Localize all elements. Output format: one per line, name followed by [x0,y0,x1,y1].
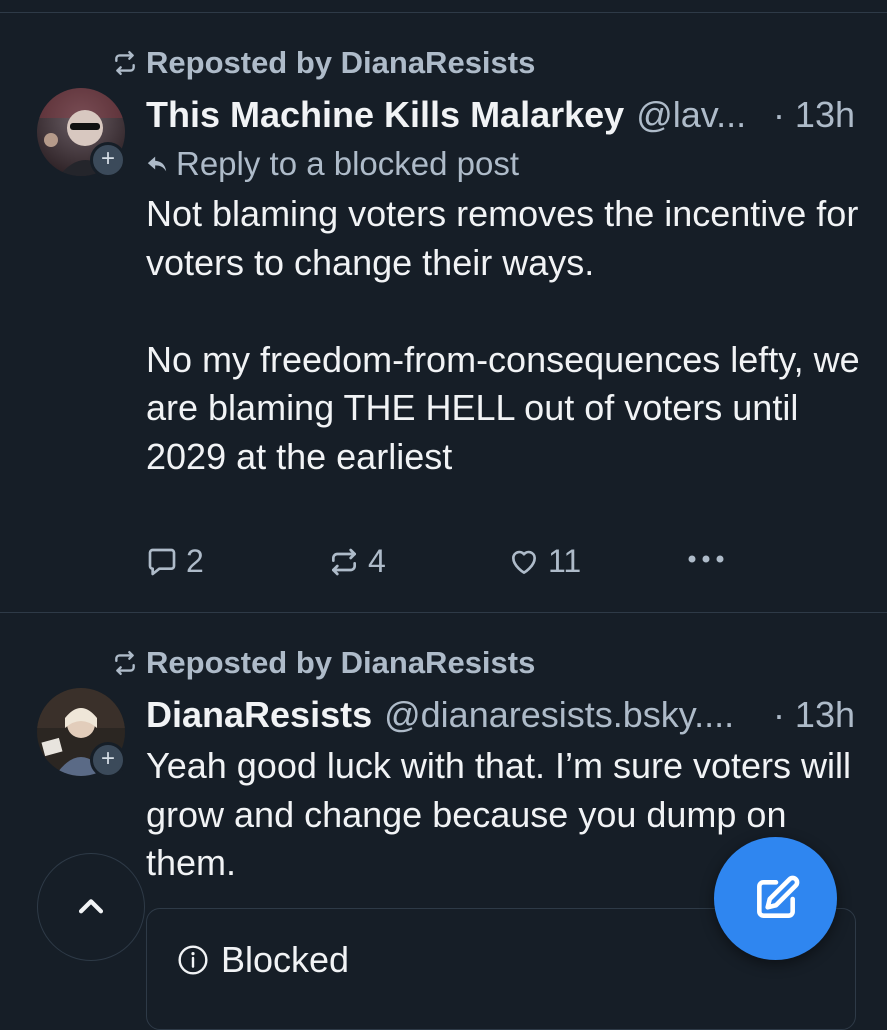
repost-count: 4 [368,543,386,579]
post-text: Not blaming voters removes the incentive… [146,193,860,477]
author-handle[interactable]: @dianaresists.bsky.... [384,694,763,736]
reply-count: 2 [186,543,204,579]
more-dots-icon [688,555,724,563]
like-count: 11 [548,543,582,579]
post-actions: 2 4 11 [146,543,736,587]
post-time[interactable]: · 13h [773,694,855,736]
repost-icon [115,50,135,76]
repost-icon [115,650,135,676]
author-name[interactable]: This Machine Kills Malarkey [146,94,624,136]
scroll-to-top-button[interactable] [37,853,145,961]
author-handle[interactable]: @lav... [636,94,763,136]
blocked-label: Blocked [221,939,350,980]
follow-plus-icon[interactable]: + [90,742,126,778]
repost-indicator[interactable]: Reposted by DianaResists [112,645,535,681]
repost-indicator[interactable]: Reposted by DianaResists [112,45,535,81]
comment-icon [148,548,176,575]
author-name[interactable]: DianaResists [146,694,372,736]
repost-label: Reposted by DianaResists [146,45,536,80]
repost-button[interactable]: 4 [328,543,386,580]
reply-button[interactable]: 2 [146,543,204,580]
reply-arrow-icon [147,156,167,172]
post-header: This Machine Kills Malarkey @lav... · 13… [146,94,855,136]
heart-icon [512,550,536,574]
compose-icon [756,875,799,918]
post-time[interactable]: · 13h [773,94,855,136]
reply-indicator: Reply to a blocked post [146,145,519,183]
top-divider [0,12,887,13]
repost-label: Reposted by DianaResists [146,645,536,680]
post-header: DianaResists @dianaresists.bsky.... · 13… [146,694,855,736]
post-divider [0,612,887,613]
more-options-button[interactable] [686,551,726,567]
compose-button[interactable] [714,837,837,960]
reply-label: Reply to a blocked post [176,145,520,182]
follow-plus-icon[interactable]: + [90,142,126,178]
repost-icon [332,548,356,575]
blocked-notice: Blocked [177,939,349,981]
chevron-up-icon [78,899,104,914]
like-button[interactable]: 11 [508,543,581,580]
info-icon [178,945,208,975]
